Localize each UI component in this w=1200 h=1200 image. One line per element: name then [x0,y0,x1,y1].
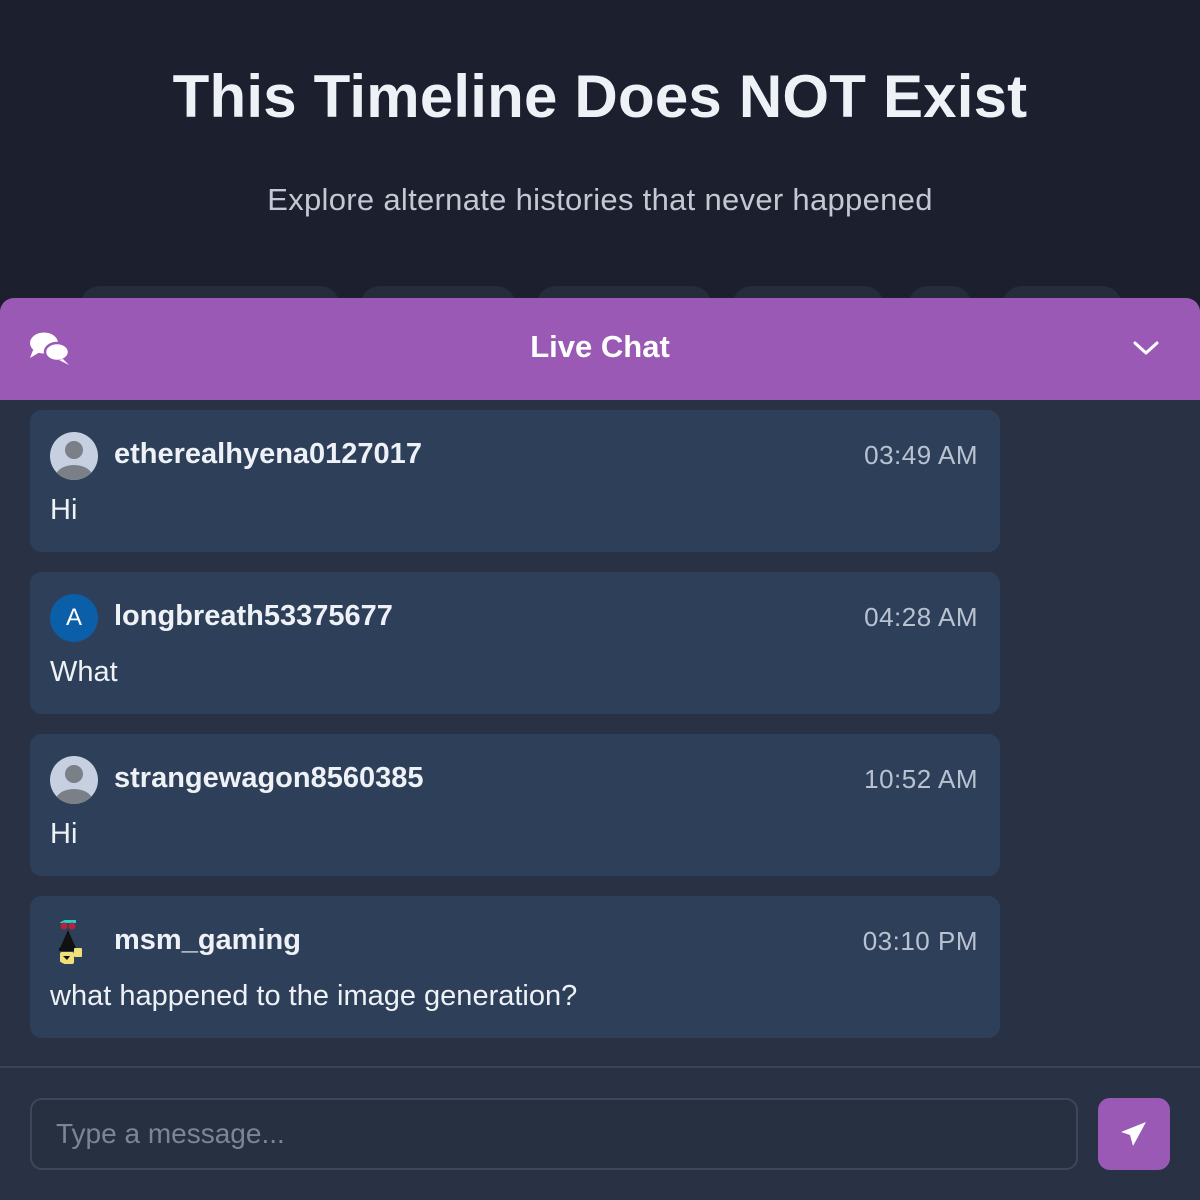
message-text: Hi [50,494,78,526]
collapse-chat-button[interactable] [1128,332,1164,364]
send-button[interactable] [1098,1098,1170,1170]
paper-plane-icon [1121,1122,1146,1146]
message-timestamp: 04:28 AM [864,602,978,632]
default-user-avatar[interactable] [50,756,98,804]
page-title: This Timeline Does NOT Exist [172,63,1028,130]
message-timestamp: 03:49 AM [864,440,978,470]
default-user-avatar[interactable] [50,432,98,480]
user-silhouette-icon [56,441,92,480]
message-username[interactable]: msm_gaming [114,924,301,957]
live-chat-panel: Live Chat etherealhyena0127017 03:49 AM … [0,298,1200,1200]
message-username[interactable]: etherealhyena0127017 [114,438,422,471]
chat-message: msm_gaming 03:10 PM what happened to the… [30,896,1000,1038]
page-subtitle: Explore alternate histories that never h… [267,182,933,217]
composer-divider [0,1066,1200,1068]
message-list[interactable]: etherealhyena0127017 03:49 AM Hi A longb… [0,400,1200,1066]
custom-character-avatar[interactable] [50,918,98,966]
letter-avatar[interactable]: A [50,594,98,642]
message-text: Hi [50,818,78,850]
message-text: What [50,656,118,688]
chat-title: Live Chat [530,329,670,364]
chat-header[interactable]: Live Chat [0,298,1200,400]
message-username[interactable]: strangewagon8560385 [114,762,423,795]
chat-message: etherealhyena0127017 03:49 AM Hi [30,410,1000,552]
chevron-down-icon [1133,341,1159,355]
message-text: what happened to the image generation? [50,980,578,1012]
message-timestamp: 10:52 AM [864,764,978,794]
message-timestamp: 03:10 PM [862,926,978,956]
character-avatar-icon [59,920,82,964]
chat-message: A longbreath53375677 04:28 AM What [30,572,1000,714]
user-silhouette-icon [56,765,92,804]
message-input[interactable] [30,1098,1078,1170]
hero-section: This Timeline Does NOT Exist Explore alt… [0,0,1200,326]
message-username[interactable]: longbreath53375677 [114,600,393,633]
chat-message: strangewagon8560385 10:52 AM Hi [30,734,1000,876]
